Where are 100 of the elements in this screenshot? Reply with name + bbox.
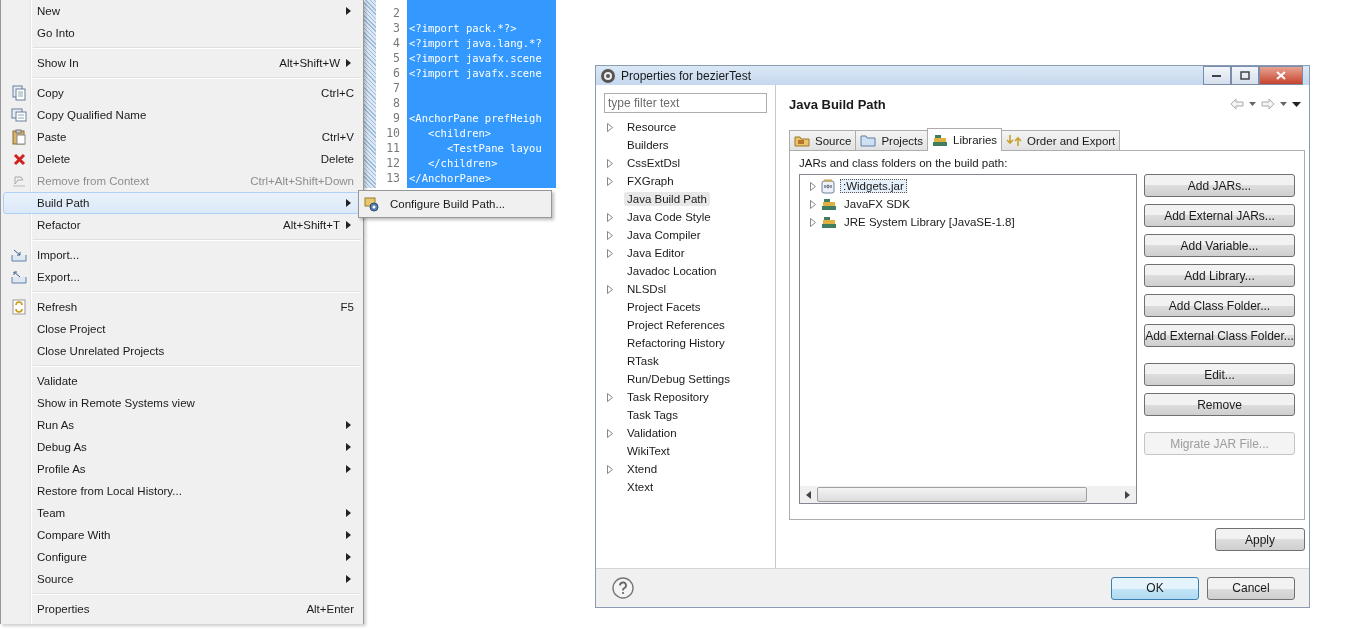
menu-item[interactable]: Copy Ctrl+C xyxy=(3,82,361,104)
menu-item[interactable]: Restore from Local History... xyxy=(3,480,361,502)
menu-item[interactable]: Close Unrelated Projects xyxy=(3,340,361,362)
expand-arrow-icon[interactable] xyxy=(607,122,613,132)
tree-item[interactable]: Builders xyxy=(624,138,672,152)
expand-arrow-icon[interactable] xyxy=(607,392,613,402)
tree-item[interactable]: Xtend xyxy=(624,462,661,476)
action-button[interactable]: Remove xyxy=(1144,393,1295,416)
apply-button[interactable]: Apply xyxy=(1215,528,1305,551)
close-icon xyxy=(1276,71,1286,80)
tree-item[interactable]: Java Build Path xyxy=(624,192,710,206)
tree-item[interactable]: NLSDsl xyxy=(624,282,669,296)
submenu-arrow-icon xyxy=(346,221,351,229)
menu-item[interactable]: Compare With xyxy=(3,524,361,546)
menu-item[interactable]: Team xyxy=(3,502,361,524)
tree-item[interactable]: Validation xyxy=(624,426,680,440)
tree-item[interactable]: Run/Debug Settings xyxy=(624,372,733,386)
expand-arrow-icon[interactable] xyxy=(607,428,613,438)
code-line: <?import javafx.scene xyxy=(409,67,542,79)
close-button[interactable] xyxy=(1259,66,1303,85)
code-line: </children> xyxy=(426,157,498,169)
dropdown-icon[interactable] xyxy=(1280,102,1287,106)
minimize-button[interactable] xyxy=(1203,66,1231,85)
action-button[interactable]: Edit... xyxy=(1144,363,1295,386)
menu-item[interactable]: Configure xyxy=(3,546,361,568)
tree-item[interactable]: Task Repository xyxy=(624,390,712,404)
code-line: <?import pack.*?> xyxy=(409,22,517,34)
menu-item[interactable]: Close Project xyxy=(3,318,361,340)
action-button[interactable]: Add Library... xyxy=(1144,264,1295,287)
menu-item[interactable]: Profile As xyxy=(3,458,361,480)
menu-item[interactable]: Show In Alt+Shift+W xyxy=(3,52,361,74)
menu-item[interactable]: Import... xyxy=(3,244,361,266)
tree-item[interactable]: Java Editor xyxy=(624,246,688,260)
menu-item[interactable]: Delete Delete xyxy=(3,148,361,170)
menu-item[interactable]: Go Into xyxy=(3,22,361,44)
tree-item[interactable]: RTask xyxy=(624,354,662,368)
tree-item[interactable]: Project Facets xyxy=(624,300,704,314)
library-item[interactable]: :Widgets.jar xyxy=(840,179,907,193)
scroll-left-icon[interactable] xyxy=(806,490,811,499)
copy-icon xyxy=(11,108,27,122)
submenu-arrow-icon xyxy=(346,421,351,429)
tab[interactable]: Libraries xyxy=(927,128,1003,151)
menu-item[interactable]: Export... xyxy=(3,266,361,288)
help-icon[interactable] xyxy=(612,577,634,599)
menu-item[interactable]: Build Path xyxy=(3,192,361,214)
expand-arrow-icon[interactable] xyxy=(607,212,613,222)
action-button[interactable]: Add Class Folder... xyxy=(1144,294,1295,317)
tree-item[interactable]: Java Compiler xyxy=(624,228,704,242)
expand-arrow-icon[interactable] xyxy=(607,284,613,294)
scroll-right-icon[interactable] xyxy=(1125,490,1130,499)
menu-item[interactable]: Source xyxy=(3,568,361,590)
menu-item[interactable]: Copy Qualified Name xyxy=(3,104,361,126)
expand-arrow-icon[interactable] xyxy=(607,230,613,240)
menu-item[interactable]: Refactor Alt+Shift+T xyxy=(3,214,361,236)
tree-item[interactable]: Javadoc Location xyxy=(624,264,720,278)
action-button[interactable]: Add JARs... xyxy=(1144,174,1295,197)
back-arrow-icon[interactable] xyxy=(1230,98,1244,110)
expand-arrow-icon[interactable] xyxy=(607,158,613,168)
menu-item[interactable]: Show in Remote Systems view xyxy=(3,392,361,414)
cancel-button[interactable]: Cancel xyxy=(1207,576,1295,600)
tree-item[interactable]: Xtext xyxy=(624,480,657,494)
menu-item[interactable]: Paste Ctrl+V xyxy=(3,126,361,148)
tab[interactable]: Order and Export xyxy=(1001,130,1121,150)
menu-item[interactable]: New xyxy=(3,0,361,22)
library-item[interactable]: JavaFX SDK xyxy=(842,198,912,210)
filter-field[interactable]: type filter text xyxy=(604,93,767,113)
tree-item[interactable]: Project References xyxy=(624,318,728,332)
action-button[interactable]: Add Variable... xyxy=(1144,234,1295,257)
tree-item[interactable]: CssExtDsl xyxy=(624,156,684,170)
action-button[interactable]: Add External JARs... xyxy=(1144,204,1295,227)
menu-item[interactable]: Debug As xyxy=(3,436,361,458)
tree-item[interactable]: WikiText xyxy=(624,444,673,458)
action-button[interactable]: Add External Class Folder... xyxy=(1144,324,1295,347)
tree-item[interactable]: Resource xyxy=(624,120,680,134)
horizontal-scrollbar[interactable] xyxy=(800,486,1136,503)
line-number: 13 xyxy=(386,171,400,186)
expand-arrow-icon[interactable] xyxy=(607,464,613,474)
expand-arrow-icon[interactable] xyxy=(607,248,613,258)
library-item[interactable]: JRE System Library [JavaSE-1.8] xyxy=(842,216,1017,228)
forward-arrow-icon[interactable] xyxy=(1261,98,1275,110)
expand-arrow-icon[interactable] xyxy=(607,176,613,186)
books-icon xyxy=(932,133,948,147)
submenu-arrow-icon xyxy=(346,531,351,539)
tree-item[interactable]: Refactoring History xyxy=(624,336,728,350)
menu-item[interactable]: Configure Build Path... xyxy=(359,193,506,215)
tree-item[interactable]: Java Code Style xyxy=(624,210,714,224)
view-menu-icon[interactable] xyxy=(1292,101,1301,107)
menu-item[interactable]: Properties Alt+Enter xyxy=(3,598,361,620)
library-icon xyxy=(821,215,837,229)
ok-button[interactable]: OK xyxy=(1111,576,1199,600)
tree-item[interactable]: FXGraph xyxy=(624,174,677,188)
dropdown-icon[interactable] xyxy=(1249,102,1256,106)
tab[interactable]: Projects xyxy=(855,130,928,150)
menu-item[interactable]: Refresh F5 xyxy=(3,296,361,318)
maximize-button[interactable] xyxy=(1231,66,1259,85)
tab[interactable]: Source xyxy=(789,130,857,150)
menu-item[interactable]: Run As xyxy=(3,414,361,436)
tree-item[interactable]: Task Tags xyxy=(624,408,681,422)
folder-icon xyxy=(860,134,877,147)
menu-item[interactable]: Validate xyxy=(3,370,361,392)
